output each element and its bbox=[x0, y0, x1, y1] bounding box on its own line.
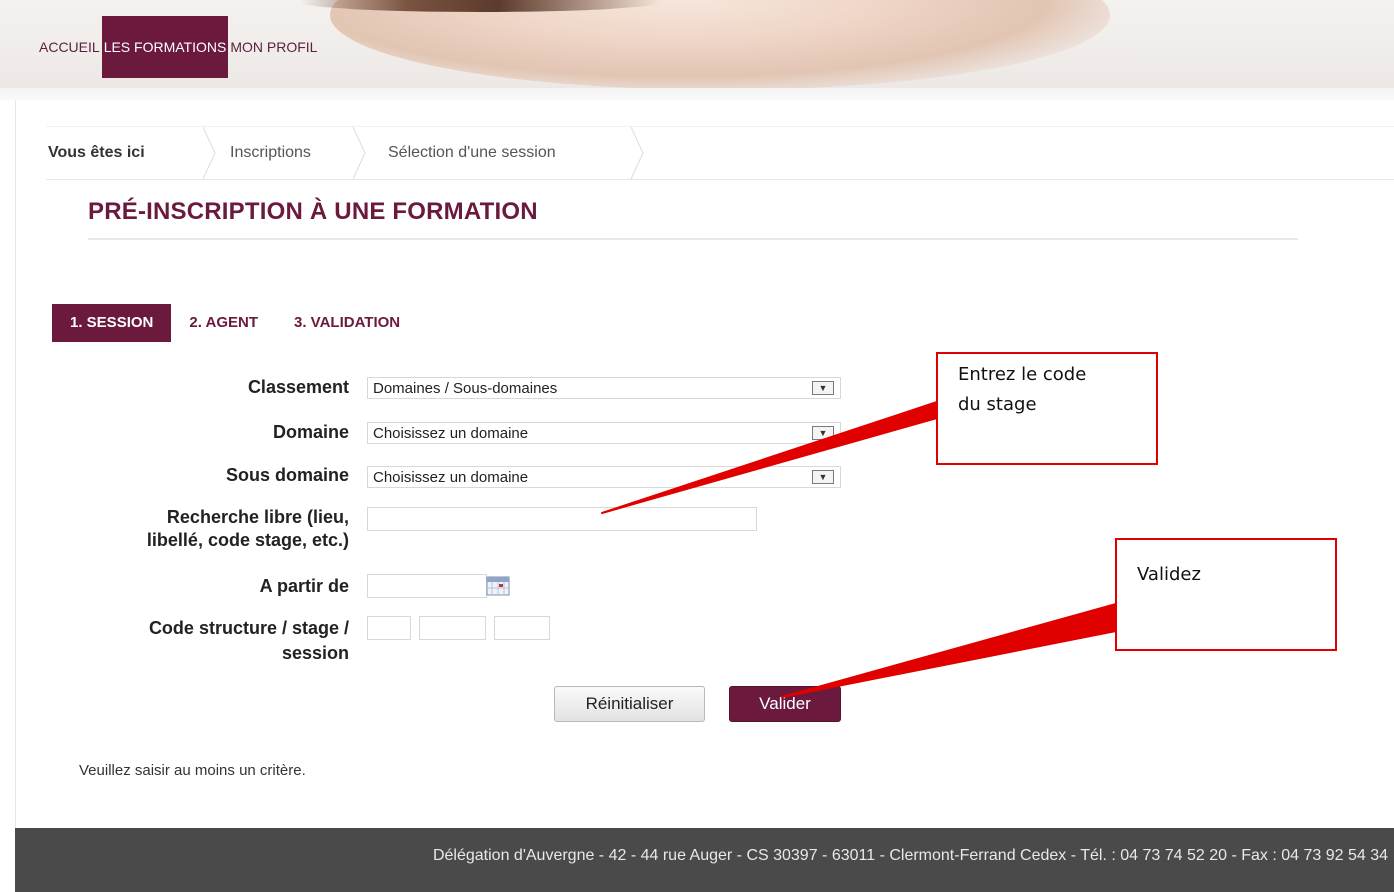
classement-label: Classement bbox=[247, 377, 349, 397]
breadcrumb-separator-icon bbox=[202, 127, 216, 179]
a-partir-de-label: A partir de bbox=[259, 576, 349, 596]
nav-les-formations[interactable]: LES FORMATIONS bbox=[101, 16, 229, 78]
footer: Délégation d'Auvergne - 42 - 44 rue Auge… bbox=[15, 828, 1394, 892]
breadcrumb-inscriptions[interactable]: Inscriptions bbox=[230, 127, 311, 179]
callout-enter-code-line1: Entrez le code bbox=[958, 364, 1087, 385]
callout-validate-text: Validez bbox=[1137, 564, 1201, 585]
domaine-value: Choisissez un domaine bbox=[373, 425, 529, 442]
breadcrumb-selection-session: Sélection d'une session bbox=[388, 144, 556, 161]
breadcrumb-separator-icon bbox=[630, 127, 644, 179]
page-title: PRÉ-INSCRIPTION À UNE FORMATION bbox=[88, 198, 1298, 240]
breadcrumb-separator-icon bbox=[352, 127, 366, 179]
main-navigation: ACCUEIL LES FORMATIONS MON PROFIL bbox=[37, 16, 319, 78]
validate-button[interactable]: Valider bbox=[729, 686, 841, 722]
nav-mon-profil[interactable]: MON PROFIL bbox=[228, 16, 319, 78]
banner-divider bbox=[0, 88, 1394, 100]
wizard-steps: 1. SESSION 2. AGENT 3. VALIDATION bbox=[52, 304, 418, 342]
breadcrumb: Vous êtes ici Inscriptions Sélection d'u… bbox=[46, 126, 1394, 180]
chevron-down-icon[interactable]: ▼ bbox=[812, 426, 834, 440]
main-content: Vous êtes ici Inscriptions Sélection d'u… bbox=[15, 100, 1394, 828]
breadcrumb-intro: Vous êtes ici bbox=[48, 144, 145, 161]
classement-select[interactable]: Domaines / Sous-domaines ▼ bbox=[367, 377, 841, 399]
code-label-line1: Code structure / stage / bbox=[148, 618, 349, 638]
classement-value: Domaines / Sous-domaines bbox=[373, 380, 558, 397]
domaine-select[interactable]: Choisissez un domaine ▼ bbox=[367, 422, 841, 444]
nav-accueil[interactable]: ACCUEIL bbox=[37, 16, 102, 78]
recherche-input[interactable] bbox=[367, 507, 757, 531]
code-stage-input[interactable] bbox=[419, 616, 486, 640]
code-structure-input[interactable] bbox=[367, 616, 411, 640]
step-validation[interactable]: 3. VALIDATION bbox=[276, 304, 418, 342]
sous-domaine-value: Choisissez un domaine bbox=[373, 469, 529, 486]
chevron-down-icon[interactable]: ▼ bbox=[812, 470, 834, 484]
calendar-icon[interactable] bbox=[486, 576, 510, 601]
sous-domaine-label: Sous domaine bbox=[225, 465, 349, 485]
callout-enter-code-line2: du stage bbox=[958, 394, 1037, 415]
date-input[interactable] bbox=[367, 574, 487, 598]
callout-validate: Validez bbox=[1115, 538, 1337, 651]
sous-domaine-select[interactable]: Choisissez un domaine ▼ bbox=[367, 466, 841, 488]
domaine-label: Domaine bbox=[272, 422, 349, 442]
recherche-label-line1: Recherche libre (lieu, bbox=[166, 507, 349, 527]
step-agent[interactable]: 2. AGENT bbox=[171, 304, 276, 342]
header-banner: ACCUEIL LES FORMATIONS MON PROFIL bbox=[0, 0, 1394, 100]
recherche-label-line2: libellé, code stage, etc.) bbox=[146, 530, 349, 550]
step-session[interactable]: 1. SESSION bbox=[52, 304, 172, 342]
form-hint: Veuillez saisir au moins un critère. bbox=[79, 762, 306, 779]
code-session-input[interactable] bbox=[494, 616, 550, 640]
reset-button[interactable]: Réinitialiser bbox=[554, 686, 705, 722]
code-label-line2: session bbox=[281, 643, 349, 663]
chevron-down-icon[interactable]: ▼ bbox=[812, 381, 834, 395]
callout-enter-code: Entrez le code du stage bbox=[936, 352, 1158, 465]
banner-photo bbox=[330, 0, 1110, 90]
